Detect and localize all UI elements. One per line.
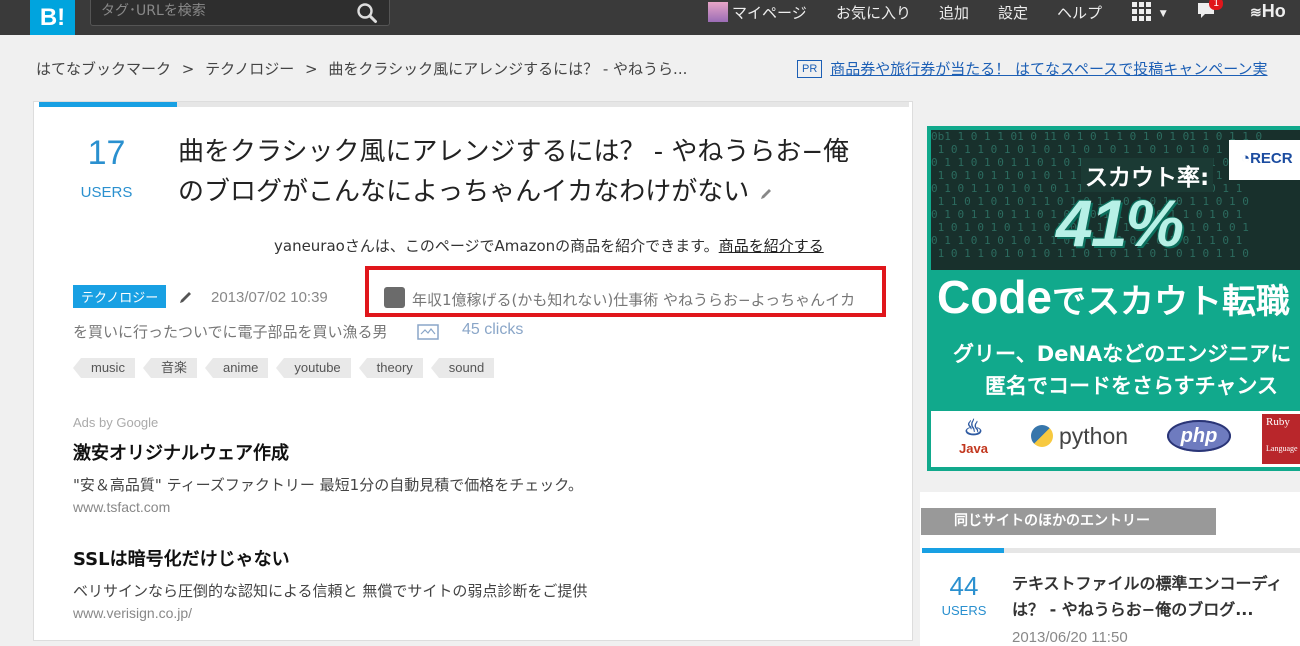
- breadcrumb-home[interactable]: はてなブックマーク: [36, 60, 171, 78]
- bookmark-comment-line2: を買いに行ったついでに電子部品を買い漁る男: [73, 323, 388, 341]
- chevron-down-icon: ▼: [1159, 9, 1167, 19]
- related-entry-date: 2013/06/20 11:50: [1012, 629, 1128, 646]
- breadcrumb-current: 曲をクラシック風にアレンジするには？ - やねうら...: [328, 60, 688, 78]
- java-logo: ♨ Java: [959, 415, 988, 456]
- php-logo: php: [1167, 420, 1231, 452]
- search-input[interactable]: [91, 0, 351, 22]
- users-label: USERS: [80, 184, 133, 201]
- notifications-button[interactable]: 1: [1196, 0, 1224, 22]
- ad-title[interactable]: SSLは暗号化だけじゃない: [73, 545, 773, 571]
- ad-title[interactable]: 激安オリジナルウェア作成: [73, 439, 773, 465]
- language-logos: ♨ Java python php Ruby Language: [931, 411, 1300, 467]
- ad-url[interactable]: www.verisign.co.jp/: [73, 605, 773, 621]
- help-link[interactable]: ヘルプ: [1057, 2, 1102, 23]
- tag-item[interactable]: theory: [358, 358, 423, 378]
- breadcrumb-separator: >: [181, 60, 195, 78]
- hotentry-link[interactable]: ≋Ho: [1250, 1, 1286, 22]
- tag-list: music 音楽 anime youtube theory sound: [73, 358, 502, 378]
- breadcrumb-separator: >: [305, 60, 318, 78]
- search-icon[interactable]: [355, 1, 379, 25]
- amazon-introduce-link[interactable]: 商品を紹介する: [719, 237, 824, 255]
- tag-item[interactable]: music: [73, 358, 135, 378]
- flame-icon: ≋: [1250, 4, 1262, 20]
- highlight-box: [365, 266, 886, 317]
- user-avatar-icon: [708, 2, 728, 22]
- ad-item[interactable]: 激安オリジナルウェア作成 "安＆高品質" ティーズファクトリー 最短1分の自動見…: [73, 439, 773, 515]
- recruit-logo: ◔RECR: [1229, 140, 1300, 180]
- banner-header: 0b1 1 0 1 1 01 0 11 0 1 0 1 1 0 1 0 1 01…: [931, 130, 1300, 270]
- tag-item[interactable]: youtube: [276, 358, 351, 378]
- java-cup-icon: ♨: [963, 415, 984, 440]
- pr-announcement: PR 商品券や旅行券が当たる！ はてなスペースで投稿キャンペーン実: [797, 58, 1268, 79]
- breadcrumb: はてなブックマーク > テクノロジー > 曲をクラシック風にアレンジするには？ …: [36, 58, 693, 79]
- recruit-banner-ad[interactable]: 0b1 1 0 1 1 01 0 11 0 1 0 1 1 0 1 0 1 01…: [927, 126, 1300, 471]
- ad-item[interactable]: SSLは暗号化だけじゃない ベリサインなら圧倒的な認知による信頼と 無償でサイト…: [73, 545, 773, 621]
- banner-subtext-line2: 匿名でコードをさらすチャンス: [985, 374, 1278, 398]
- entry-card: 17 USERS 曲をクラシック風にアレンジするには？ - やねうらお−俺 のブ…: [33, 101, 913, 641]
- settings-link[interactable]: 設定: [998, 2, 1028, 23]
- favorites-link[interactable]: お気に入り: [836, 2, 911, 23]
- click-count[interactable]: 45 clicks: [462, 321, 523, 339]
- notification-badge: 1: [1209, 0, 1224, 10]
- add-link[interactable]: 追加: [939, 2, 969, 23]
- category-badge[interactable]: テクノロジー: [73, 285, 167, 308]
- top-navigation-bar: B! マイページ お気に入り 追加 設定 ヘルプ ▼ 1 ≋Ho: [0, 0, 1300, 35]
- hatena-bookmark-logo[interactable]: B!: [30, 0, 75, 35]
- related-users-count[interactable]: 44: [934, 571, 994, 602]
- entry-title[interactable]: 曲をクラシック風にアレンジするには？ - やねうらお−俺 のブログがこんなによっ…: [178, 132, 868, 212]
- scout-rate-value: 41%: [1056, 186, 1184, 260]
- apps-menu-button[interactable]: ▼: [1132, 2, 1167, 22]
- tag-item[interactable]: anime: [204, 358, 269, 378]
- ad-description: "安＆高品質" ティーズファクトリー 最短1分の自動見積で価格をチェック。: [73, 476, 584, 494]
- pr-badge: PR: [797, 60, 823, 78]
- pencil-icon[interactable]: [178, 289, 194, 305]
- ad-description: ベリサインなら圧倒的な認知による信頼と 無償でサイトの弱点診断をご提供: [73, 582, 588, 600]
- banner-subtext-line1: グリー、DeNAなどのエンジニアに: [953, 342, 1292, 366]
- ad-url[interactable]: www.tsfact.com: [73, 499, 773, 515]
- pr-link[interactable]: 商品券や旅行券が当たる！ はてなスペースで投稿キャンペーン実: [830, 60, 1267, 78]
- tag-item[interactable]: 音楽: [142, 358, 197, 378]
- breadcrumb-category[interactable]: テクノロジー: [205, 60, 294, 78]
- python-snake-icon: [1031, 425, 1053, 447]
- related-users-label: USERS: [941, 603, 987, 618]
- clicks-icon: [417, 324, 439, 340]
- grid-icon: [1132, 2, 1151, 21]
- amazon-notice: yaneuraoさんは、このページでAmazonの商品を紹介できます。商品を紹介…: [274, 237, 824, 255]
- card-top-accent: [39, 102, 177, 107]
- edit-title-icon[interactable]: [758, 186, 774, 202]
- related-entry-title[interactable]: テキストファイルの標準エンコーディ は？ - やねうらお−俺のブログ...: [1012, 571, 1300, 623]
- ruby-logo: Ruby Language: [1262, 414, 1300, 464]
- search-box: [90, 0, 390, 26]
- users-count[interactable]: 17: [74, 134, 139, 173]
- ads-label[interactable]: Ads by Google: [73, 415, 158, 430]
- bookmark-datetime: 2013/07/02 10:39: [211, 289, 328, 306]
- tag-item[interactable]: sound: [430, 358, 495, 378]
- mypage-link[interactable]: マイページ: [708, 2, 807, 23]
- related-top-accent: [922, 548, 1004, 553]
- python-logo: python: [1031, 423, 1128, 450]
- recruit-logo-mark-icon: ◔: [1241, 150, 1251, 167]
- related-entries-heading: 同じサイトのほかのエントリー: [921, 508, 1216, 535]
- banner-headline: Codeでスカウト転職: [937, 271, 1290, 323]
